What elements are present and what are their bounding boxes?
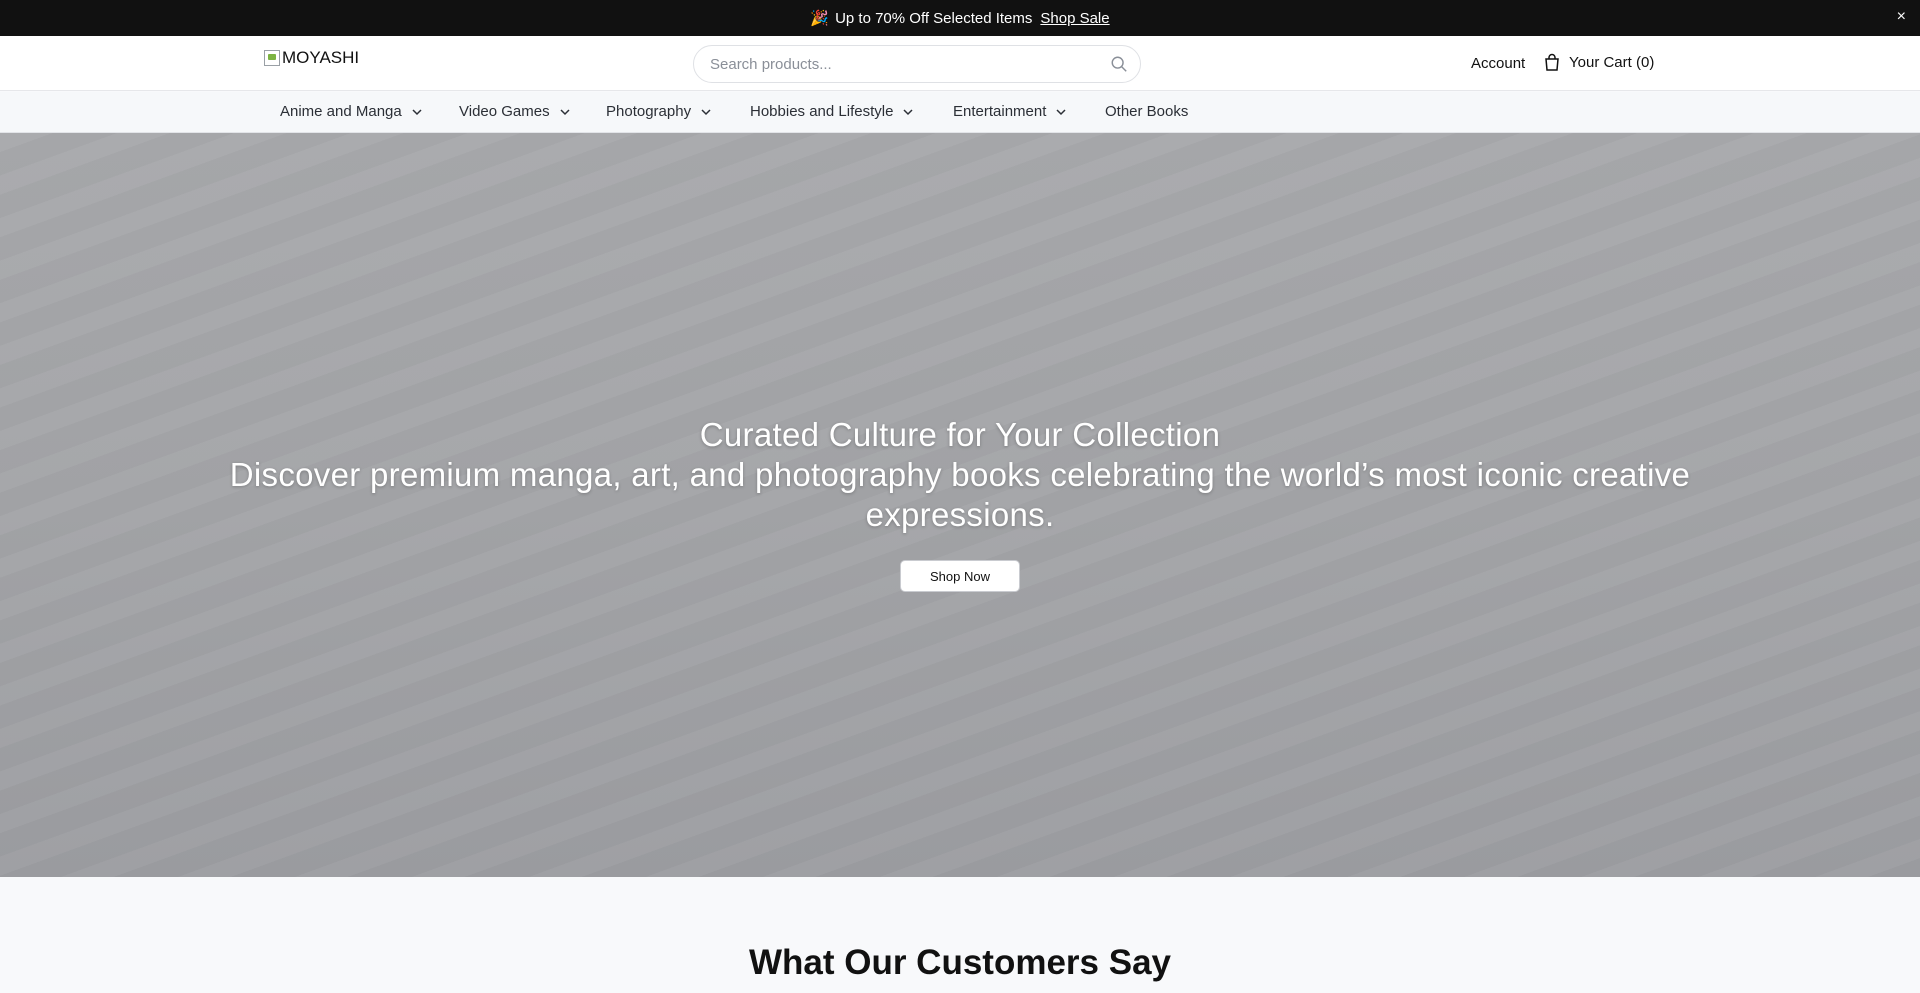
search-icon[interactable] [1110, 55, 1128, 73]
nav-item-entertainment[interactable]: Entertainment [953, 103, 1067, 120]
cart-label: Your Cart (0) [1569, 53, 1655, 71]
hero-title: Curated Culture for Your Collection [699, 416, 1221, 453]
shopping-bag-icon [1545, 53, 1559, 71]
close-icon[interactable]: × [1897, 8, 1906, 26]
search-box [693, 45, 1141, 83]
nav-item-label: Hobbies and Lifestyle [750, 103, 894, 120]
announcement-bar: 🎉 Up to 70% Off Selected Items Shop Sale… [0, 0, 1920, 36]
nav-item-label: Other Books [1105, 103, 1189, 120]
hero-text: Curated Culture for Your Collection Disc… [0, 415, 1920, 535]
nav-item-other-books[interactable]: Other Books [1105, 103, 1188, 120]
nav-item-label: Entertainment [953, 103, 1047, 120]
search-input[interactable] [710, 55, 1090, 73]
site-header: MOYASHI Account Your Cart (0) [0, 36, 1920, 91]
hero-subtitle-line2: expressions. [865, 496, 1055, 533]
nav-item-video-games[interactable]: Video Games [459, 103, 571, 120]
logo[interactable]: MOYASHI [264, 48, 359, 68]
nav-item-anime-and-manga[interactable]: Anime and Manga [280, 103, 423, 120]
chevron-down-icon [412, 108, 422, 115]
hero-subtitle-line1: Discover premium manga, art, and photogr… [229, 456, 1691, 493]
hero-banner: Curated Culture for Your Collection Disc… [0, 133, 1920, 877]
chevron-down-icon [560, 108, 570, 115]
testimonials-heading: What Our Customers Say [748, 943, 1172, 982]
chevron-down-icon [1056, 108, 1066, 115]
logo-alt-text: MOYASHI [282, 48, 360, 67]
broken-image-icon [264, 50, 280, 66]
category-nav: Anime and Manga Video Games Photography … [0, 92, 1920, 133]
nav-item-hobbies-and-lifestyle[interactable]: Hobbies and Lifestyle [750, 103, 914, 120]
announcement-text: Up to 70% Off Selected Items [835, 9, 1033, 27]
account-link[interactable]: Account [1471, 55, 1525, 72]
chevron-down-icon [701, 108, 711, 115]
testimonials-section: What Our Customers Say [0, 877, 1920, 993]
nav-item-photography[interactable]: Photography [606, 103, 712, 120]
cart-button[interactable]: Your Cart (0) [1544, 53, 1654, 71]
shop-now-button[interactable]: Shop Now [900, 560, 1020, 592]
chevron-down-icon [903, 108, 913, 115]
nav-item-label: Video Games [459, 103, 550, 120]
shop-sale-link[interactable]: Shop Sale [1040, 10, 1109, 27]
party-icon: 🎉 [810, 10, 830, 27]
nav-item-label: Photography [606, 103, 692, 120]
nav-item-label: Anime and Manga [280, 103, 402, 120]
